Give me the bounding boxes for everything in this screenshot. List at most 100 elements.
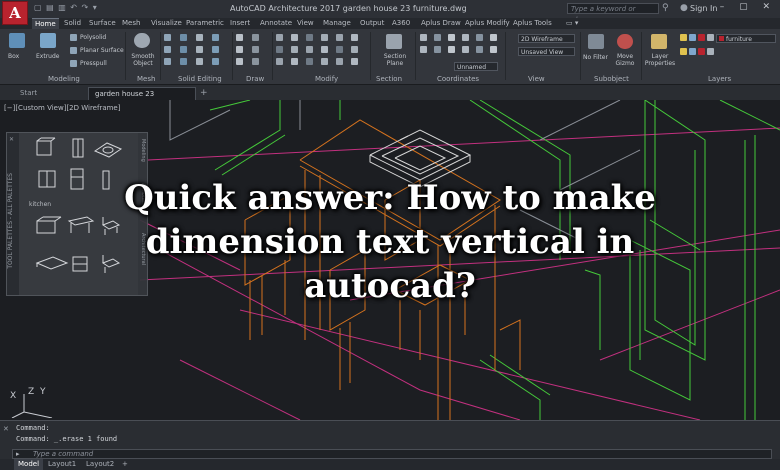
layer-tool-icon[interactable] [689,48,696,55]
solid-editing-tool-icon[interactable] [212,46,219,53]
visual-style-dropdown[interactable]: 2D Wireframe [518,34,575,43]
extrude-button[interactable]: Extrude [36,53,59,60]
modify-tool-icon[interactable] [321,58,328,65]
panel-section[interactable]: Section [376,75,402,83]
ucs-dropdown[interactable]: Unnamed [454,62,498,71]
ribbon-tab-manage[interactable]: Manage [323,18,351,29]
ribbon-tab-home[interactable]: Home [32,18,59,29]
close-icon[interactable]: ✕ [3,425,9,433]
palette-item-tall-cabinet[interactable] [72,138,84,158]
tab-layout2[interactable]: Layout2 [82,459,118,470]
layer-tool-icon[interactable] [689,34,696,41]
palette-item-desk[interactable] [36,216,62,234]
search-icon[interactable]: ⚲ [662,3,669,13]
solid-editing-tool-icon[interactable] [196,46,203,53]
draw-tool-icon[interactable] [236,58,243,65]
move-gizmo-button[interactable]: Move Gizmo [614,53,636,67]
add-layout-button[interactable]: + [118,459,132,470]
extrude-icon[interactable] [40,33,56,48]
box-button[interactable]: Box [8,53,19,60]
coordinates-tool-icon[interactable] [448,34,455,41]
solid-editing-tool-icon[interactable] [164,46,171,53]
ribbon-tab-mesh[interactable]: Mesh [122,18,140,29]
saved-view-dropdown[interactable]: Unsaved View [518,47,575,56]
box-icon[interactable] [9,33,25,48]
solid-editing-tool-icon[interactable] [180,58,187,65]
layer-tool-icon[interactable] [680,48,687,55]
solid-editing-tool-icon[interactable] [196,34,203,41]
solid-editing-tool-icon[interactable] [164,34,171,41]
solid-editing-tool-icon[interactable] [180,46,187,53]
palette-item-bed[interactable] [35,256,69,270]
modify-tool-icon[interactable] [291,58,298,65]
modify-tool-icon[interactable] [336,46,343,53]
smooth-object-button[interactable]: Smooth Object [131,53,155,67]
current-layer-dropdown[interactable]: furniture [716,34,776,43]
planar-surface-button[interactable]: Planar Surface [80,47,124,54]
ribbon-tab-solid[interactable]: Solid [64,18,81,29]
modify-tool-icon[interactable] [351,46,358,53]
coordinates-tool-icon[interactable] [420,46,427,53]
sign-in-button[interactable]: Sign In [690,4,717,13]
palette-item-sink[interactable] [93,142,123,158]
panel-view[interactable]: View [528,75,545,83]
modify-tool-icon[interactable] [276,34,283,41]
solid-editing-tool-icon[interactable] [196,58,203,65]
ribbon-overflow-icon[interactable]: ▭ ▾ [566,18,578,29]
no-filter-button[interactable]: No Filter [583,54,608,61]
solid-editing-tool-icon[interactable] [180,34,187,41]
coordinates-tool-icon[interactable] [476,34,483,41]
draw-tool-icon[interactable] [252,58,259,65]
coordinates-tool-icon[interactable] [462,34,469,41]
coordinates-tool-icon[interactable] [490,46,497,53]
coordinates-tool-icon[interactable] [420,34,427,41]
viewport-controls[interactable]: [−][Custom View][2D Wireframe] [4,104,120,112]
ribbon-tab-parametric[interactable]: Parametric [186,18,224,29]
ribbon-tab-view[interactable]: View [297,18,314,29]
panel-modeling[interactable]: Modeling [48,75,80,83]
smooth-object-icon[interactable] [134,33,150,48]
move-gizmo-icon[interactable] [617,34,633,49]
modify-tool-icon[interactable] [321,34,328,41]
ribbon-tab-aplus-draw[interactable]: Aplus Draw [421,18,461,29]
modify-tool-icon[interactable] [306,34,313,41]
ribbon-tab-a360[interactable]: A360 [392,18,410,29]
modify-tool-icon[interactable] [306,46,313,53]
new-tab-icon[interactable]: + [200,88,208,98]
modify-tool-icon[interactable] [276,58,283,65]
layer-tool-icon[interactable] [680,34,687,41]
modify-tool-icon[interactable] [351,34,358,41]
layer-tool-icon[interactable] [707,48,714,55]
panel-layers[interactable]: Layers [708,75,731,83]
draw-tool-icon[interactable] [236,46,243,53]
coordinates-tool-icon[interactable] [434,46,441,53]
modify-tool-icon[interactable] [291,34,298,41]
coordinates-tool-icon[interactable] [434,34,441,41]
ribbon-tab-visualize[interactable]: Visualize [151,18,182,29]
panel-subobject[interactable]: Subobject [594,75,629,83]
panel-coordinates[interactable]: Coordinates [437,75,479,83]
ribbon-tab-insert[interactable]: Insert [230,18,250,29]
presspull-button[interactable]: Presspull [80,60,107,67]
panel-mesh[interactable]: Mesh [137,75,155,83]
modify-tool-icon[interactable] [291,46,298,53]
panel-solid-editing[interactable]: Solid Editing [178,75,222,83]
tab-drawing[interactable]: garden house 23 furniture* [88,87,196,111]
ribbon-tab-output[interactable]: Output [360,18,384,29]
ribbon-tab-aplus-modify[interactable]: Aplus Modify [465,18,510,29]
solid-editing-tool-icon[interactable] [212,58,219,65]
ribbon-tab-surface[interactable]: Surface [89,18,116,29]
panel-modify[interactable]: Modify [315,75,338,83]
tab-start[interactable]: Start [14,87,43,100]
search-input[interactable]: Type a keyword or phrase [567,3,659,24]
palette-title-bar[interactable]: ✕ TOOL PALETTES - ALL PALETTES [7,133,19,295]
tab-layout1[interactable]: Layout1 [44,459,80,470]
palette-item-base-cabinet[interactable] [38,170,56,188]
modify-tool-icon[interactable] [351,58,358,65]
layer-properties-button[interactable]: Layer Properties [644,53,676,67]
draw-tool-icon[interactable] [252,46,259,53]
coordinates-tool-icon[interactable] [448,46,455,53]
draw-tool-icon[interactable] [236,34,243,41]
quick-access-toolbar[interactable]: ▢ ▤ ▥ ↶ ↷ ▾ [34,3,98,12]
ribbon-tab-annotate[interactable]: Annotate [260,18,292,29]
